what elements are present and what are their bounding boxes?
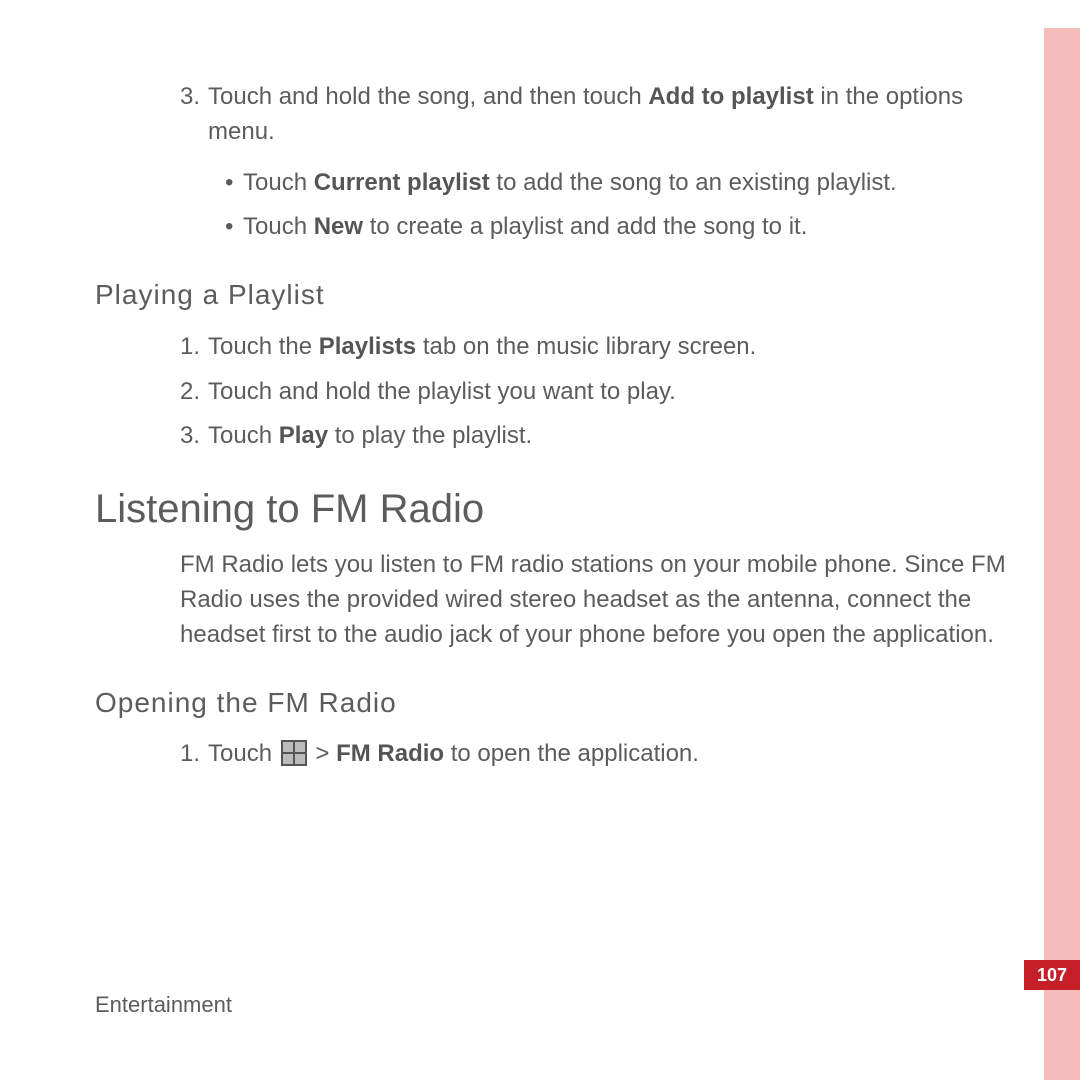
step-text: Touch Play to play the playlist. [208,419,1020,454]
apps-grid-icon [281,740,307,766]
text-post: to play the playlist. [328,422,532,449]
playlist-step-3: 3. Touch Play to play the playlist. [95,419,1020,454]
fm-intro-paragraph: FM Radio lets you listen to FM radio sta… [95,548,1020,652]
bullet-item: • Touch New to create a playlist and add… [95,210,1020,245]
heading-fm-radio: Listening to FM Radio [95,480,1020,538]
step-text: Touch and hold the playlist you want to … [208,375,1020,410]
step-text: Touch and hold the song, and then touch … [208,80,1020,150]
text-bold: Add to playlist [648,83,813,110]
text-bold: New [314,213,363,240]
text-pre: Touch and hold the song, and then touch [208,83,648,110]
text-pre: Touch [243,213,314,240]
bullet-dot: • [225,166,243,201]
step-number: 3. [180,419,208,454]
text-post: to open the application. [444,740,699,767]
subheading-opening-fm: Opening the FM Radio [95,683,1020,724]
page-number-badge: 107 [1024,960,1080,990]
subheading-playing-playlist: Playing a Playlist [95,275,1020,316]
text-pre: Touch [243,169,314,196]
text-pre: Touch [208,422,279,449]
text-bold: Current playlist [314,169,490,196]
text-bold: FM Radio [336,740,444,767]
text-pre: Touch and hold the playlist you want to … [208,378,676,405]
step-number: 1. [180,737,208,772]
bullet-text: Touch Current playlist to add the song t… [243,166,1020,201]
bullet-item: • Touch Current playlist to add the song… [95,166,1020,201]
step-3: 3. Touch and hold the song, and then tou… [95,80,1020,150]
footer-section-label: Entertainment [95,992,232,1018]
page-content: 3. Touch and hold the song, and then tou… [95,80,1020,782]
text-pre: Touch [208,740,279,767]
step-number: 1. [180,330,208,365]
bullet-dot: • [225,210,243,245]
step-text: Touch > FM Radio to open the application… [208,737,1020,772]
text-sep: > [309,740,336,767]
step-number: 2. [180,375,208,410]
playlist-step-1: 1. Touch the Playlists tab on the music … [95,330,1020,365]
playlist-step-2: 2. Touch and hold the playlist you want … [95,375,1020,410]
side-accent-bar [1044,28,1080,1080]
text-pre: Touch the [208,333,319,360]
text-post: to add the song to an existing playlist. [490,169,897,196]
text-bold: Playlists [319,333,416,360]
text-post: to create a playlist and add the song to… [363,213,807,240]
step-text: Touch the Playlists tab on the music lib… [208,330,1020,365]
fm-step-1: 1. Touch > FM Radio to open the applicat… [95,737,1020,772]
bullet-text: Touch New to create a playlist and add t… [243,210,1020,245]
text-post: tab on the music library screen. [416,333,756,360]
step-number: 3. [180,80,208,150]
text-bold: Play [279,422,328,449]
